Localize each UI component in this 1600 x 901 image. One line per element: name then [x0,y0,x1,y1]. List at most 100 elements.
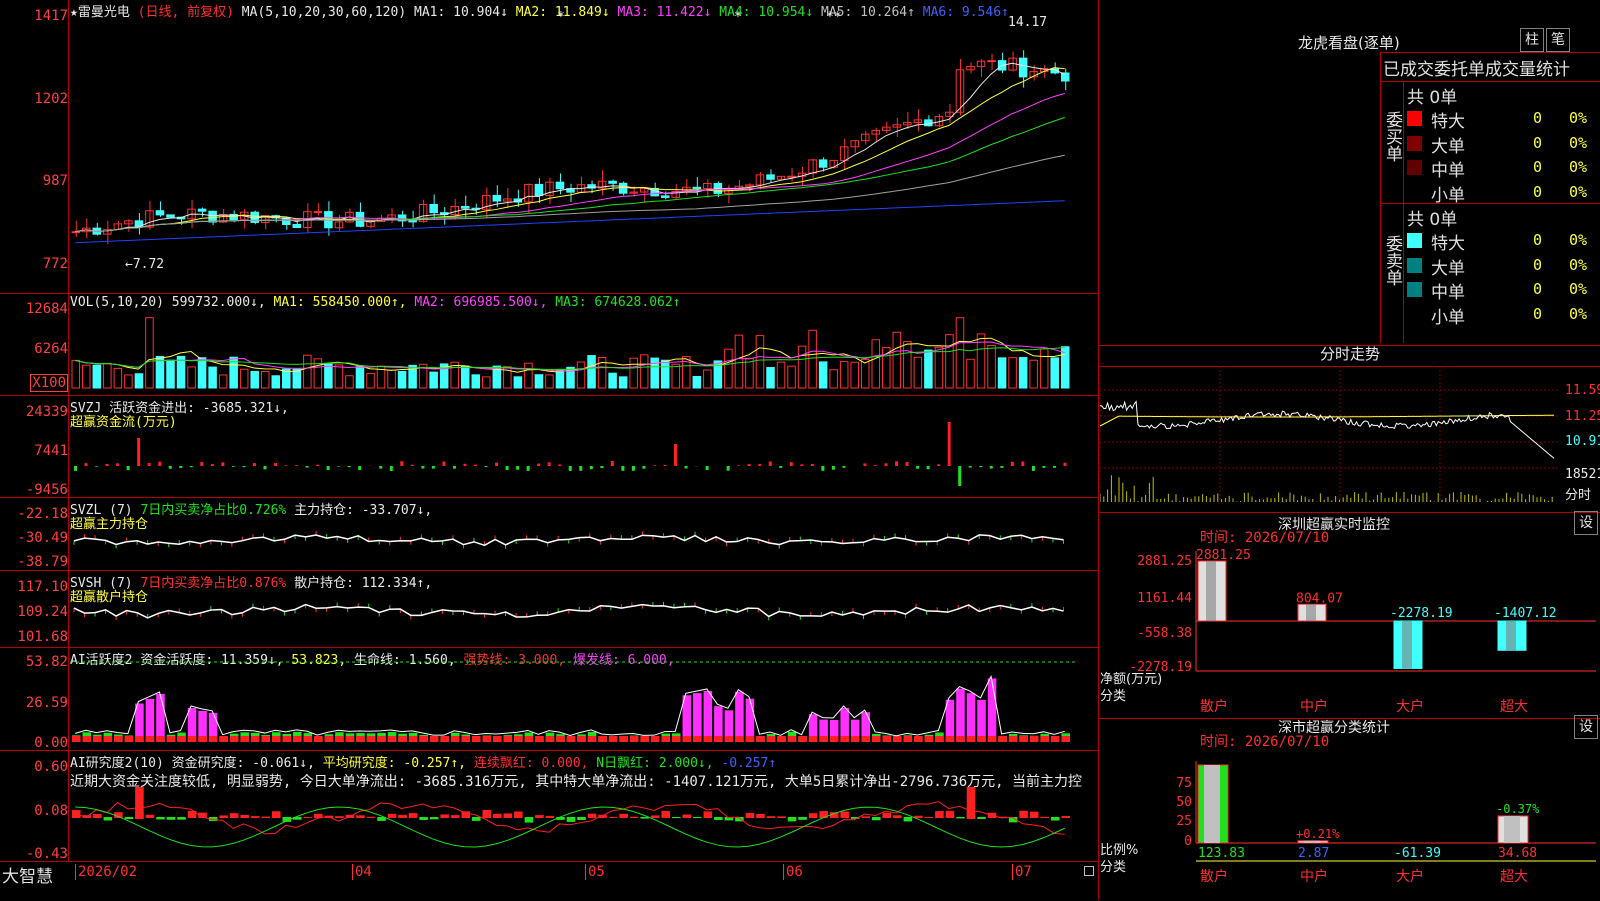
svsh-panel[interactable]: 117.10 109.24 101.68 SVSH (7) 7日内买卖净占比0.… [0,571,1098,648]
volume-axis: 12684 6264 X100 [0,294,69,395]
flow-bar [958,466,961,486]
avg-price-line [1100,415,1554,426]
research-bar [704,811,713,818]
classify-category: 散户 [1200,868,1228,885]
research-bar [440,814,449,818]
base-bar [1019,736,1028,742]
flow-bar [832,466,835,470]
high-marker: 14.17 [1008,15,1047,30]
flow-bar [811,464,814,466]
ai-active-tick: 53.82 [26,654,68,670]
research-bar [356,815,365,818]
flow-bar [1000,466,1003,468]
svsh-chart[interactable] [70,571,1098,647]
research-bar [504,813,513,818]
svzl-panel[interactable]: -22.18 -30.49 -38.79 SVZL (7) 7日内买卖净占比0.… [0,498,1098,571]
monitor-panel[interactable]: 深圳超赢实时监控 设 时间: 2026/07/10 2881.251161.44… [1100,512,1600,718]
svzj-panel[interactable]: 24339 7441 -9456 SVZJ 活跃资金进出: -3685.321↓… [0,396,1098,498]
base-bar [504,736,513,742]
ai-research-panel[interactable]: 0.60 0.08 -0.43 AI研究度2(10) 资金研究度: -0.061… [0,751,1098,862]
flow-bar [379,466,382,469]
lock-icon[interactable] [1084,866,1094,876]
flow-bar [85,463,88,466]
svzl-tick: -38.79 [17,554,68,570]
research-bar [893,815,902,818]
base-bar [630,736,639,742]
research-bar [883,813,892,818]
flow-bar [674,444,677,466]
classify-settings-button[interactable]: 设 [1574,715,1598,739]
order-size-label: 中单 [1431,156,1465,181]
research-bar [809,813,818,818]
volume-bar [398,372,406,388]
svzl-chart[interactable] [70,498,1098,570]
flow-bar [432,466,435,469]
volume-bar [956,318,964,388]
kline-chart[interactable] [70,18,1098,293]
research-bar [388,814,397,818]
flow-bar [158,462,161,466]
volume-bar [114,368,122,388]
intraday-chart[interactable] [1100,366,1600,502]
base-bar [125,736,134,742]
research-bar [767,816,776,818]
tick-mode-button[interactable]: 笔 [1546,28,1570,52]
activity-bar [956,689,965,742]
base-bar [735,736,744,742]
monitor-chart[interactable]: 2881.251161.44-558.38-2278.192881.25散户80… [1100,543,1600,718]
bar-mode-button[interactable]: 柱 [1520,28,1544,52]
flow-bar [148,463,151,466]
price-panel[interactable]: 1417 1202 987 772 ★雷曼光电 (日线, 前复权) MA(5,1… [0,0,1098,294]
volume-panel[interactable]: 12684 6264 X100 VOL(5,10,20) 599732.000↓… [0,294,1098,396]
research-bar [935,811,944,818]
ai-active-chart[interactable] [70,648,1098,750]
volume-chart[interactable] [70,312,1098,395]
order-size-label: 特大 [1431,229,1465,254]
research-bar [777,816,786,818]
longhu-panel[interactable]: 龙虎看盘(逐单) 柱 笔 已成交委托单成交量统计 委买单 共 0单 特大00%大… [1100,0,1600,345]
volume-bar [546,375,554,388]
base-bar [230,736,239,742]
monitor-settings-button[interactable]: 设 [1574,511,1598,535]
flow-bar [758,464,761,466]
color-swatch [1407,111,1422,126]
base-bar [293,736,302,742]
volume-bar [535,375,543,388]
ai-active-panel[interactable]: 53.82 26.59 0.00 AI活跃度2 资金活跃度: 11.359↓, … [0,648,1098,751]
volume-bar [335,365,343,388]
candle [809,160,817,173]
research-bar [630,817,639,818]
date-axis[interactable]: 大智慧 2026/02 04 05 06 07 [0,862,1098,900]
flow-bar [106,464,109,466]
flow-bar [127,466,130,470]
volume-bar [72,360,80,388]
intraday-tick: 18521 [1565,467,1600,482]
flow-bar [190,466,193,467]
candle [451,206,459,214]
flow-bar [590,466,593,469]
volume-bar [640,355,648,388]
volume-bar [704,370,712,388]
base-bar [146,736,155,742]
intraday-panel[interactable]: 分时走势 11.59 11.25 10.91 18521 分时 [1100,345,1600,502]
classify-bar-shade [1504,816,1520,843]
volume-bar [283,369,291,388]
ai-research-chart[interactable] [70,787,1098,861]
research-bar [535,815,544,818]
research-bar [1030,812,1039,818]
candle [209,211,217,222]
research-bar [272,811,281,818]
volume-bar [83,365,91,388]
volume-bar [577,362,585,388]
flow-bar [600,466,603,468]
classify-panel[interactable]: 深市超赢分类统计 设 时间: 2026/07/10 7550250123.83散… [1100,718,1600,901]
monitor-category: 散户 [1200,698,1228,715]
classify-chart[interactable]: 7550250123.83散户+0.21%2.87中户-61.39大户-0.37… [1100,747,1600,901]
volume-bar [177,356,185,388]
svzj-chart[interactable] [70,396,1098,497]
candle [461,206,469,208]
flow-bar [1063,463,1066,466]
flow-bar [632,466,635,471]
volume-bar [1051,358,1059,388]
candle [767,175,775,179]
